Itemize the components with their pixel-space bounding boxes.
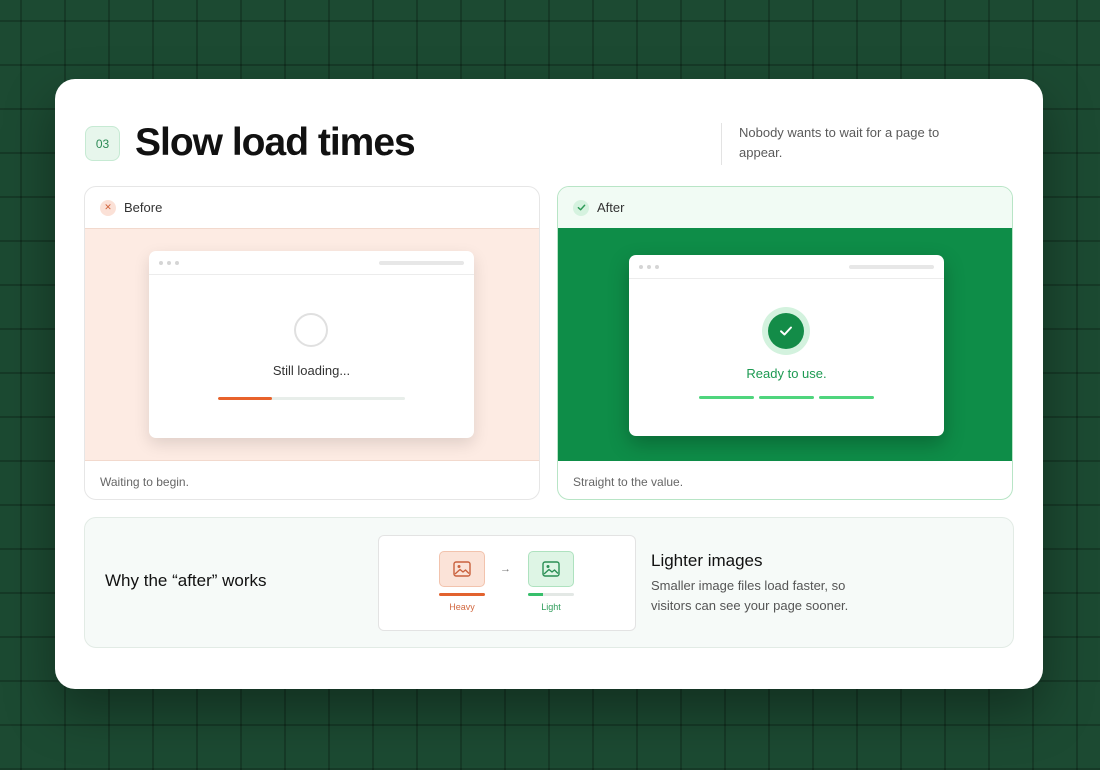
before-preview-area: Still loading...: [85, 228, 539, 461]
x-icon: ✕: [100, 199, 116, 216]
step-badge: 03: [85, 126, 120, 161]
before-panel-header: ✕ Before: [85, 187, 539, 228]
heavy-weight-bar: [439, 593, 485, 596]
after-panel: After Ready to use. Straight to the valu…: [557, 186, 1013, 500]
light-image-icon: [528, 551, 574, 587]
light-label: Light: [541, 602, 561, 612]
loading-browser-window: Still loading...: [149, 251, 474, 438]
heavy-label: Heavy: [449, 602, 475, 612]
image-weight-comparison: → Heavy Light: [378, 535, 636, 631]
check-icon: [573, 199, 589, 216]
ready-browser-window: Ready to use.: [629, 255, 944, 436]
window-dots-icon: [639, 265, 659, 269]
browser-toolbar: [149, 251, 474, 275]
before-label: Before: [124, 200, 163, 215]
loaded-segments: [699, 396, 874, 399]
arrow-right-icon: →: [500, 563, 511, 575]
success-check-icon: [762, 307, 810, 355]
after-panel-header: After: [558, 187, 1012, 228]
feature-title: Lighter images: [651, 551, 763, 570]
window-dots-icon: [159, 261, 179, 265]
heavy-image-icon: [439, 551, 485, 587]
ready-text: Ready to use.: [746, 366, 827, 381]
address-bar: [849, 265, 934, 269]
browser-toolbar: [629, 255, 944, 279]
loading-spinner-icon: [294, 313, 328, 347]
why-heading: Why the “after” works: [105, 571, 267, 590]
after-label: After: [597, 200, 625, 215]
page-subtitle: Nobody wants to wait for a page to appea…: [721, 123, 981, 165]
page-title: Slow load times: [135, 121, 416, 164]
after-caption: Straight to the value.: [573, 475, 684, 489]
light-weight-fill: [528, 593, 543, 596]
address-bar: [379, 261, 464, 265]
loading-progress-fill: [218, 397, 273, 400]
before-caption: Waiting to begin.: [100, 475, 189, 489]
after-preview-area: Ready to use.: [558, 228, 1012, 461]
feature-description: Smaller image files load faster, so visi…: [651, 578, 849, 613]
explanation-section: Why the “after” works → Heavy Light Ligh…: [84, 517, 1014, 648]
light-weight-bar: [528, 593, 574, 596]
loading-progress-bar: [218, 397, 405, 400]
slide-card: 03 Slow load times Nobody wants to wait …: [55, 79, 1043, 689]
before-panel: ✕ Before Still loading... Waiting to beg…: [84, 186, 540, 500]
loading-text: Still loading...: [272, 363, 351, 378]
